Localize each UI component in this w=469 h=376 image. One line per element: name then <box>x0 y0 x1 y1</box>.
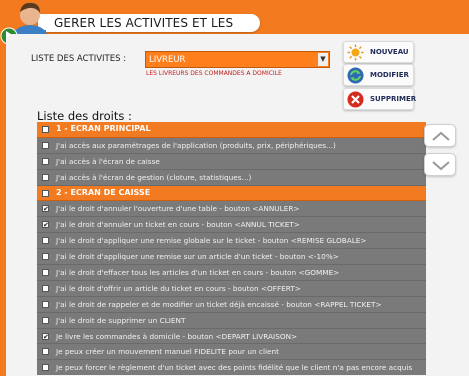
scroll-up-button[interactable] <box>424 124 456 147</box>
right-row[interactable]: Je peux créer un mouvement manuel FIDELI… <box>37 344 426 361</box>
right-checkbox[interactable] <box>42 364 49 372</box>
right-row[interactable]: J'ai le droit d'appliquer une remise sur… <box>37 249 426 266</box>
section-header-row[interactable]: 2 - ECRAN DE CAISSE <box>37 185 426 202</box>
right-row[interactable]: J'ai le droit d'effacer tous les article… <box>37 265 426 281</box>
right-row[interactable]: J'ai le droit d'offrir un article du tic… <box>37 281 426 297</box>
new-button[interactable]: NOUVEAU <box>343 41 414 63</box>
right-checkbox[interactable] <box>42 173 49 181</box>
edit-button-label: MODIFIER <box>370 71 409 79</box>
right-checkbox[interactable] <box>42 284 49 292</box>
right-checkbox[interactable] <box>42 157 49 165</box>
scroll-down-button[interactable] <box>424 153 456 176</box>
right-row[interactable]: ✔ J'ai le droit d'annuler l'ouverture d'u… <box>37 201 426 218</box>
right-checkbox[interactable] <box>42 237 49 245</box>
right-label: J'ai le droit d'appliquer une remise sur… <box>56 252 339 262</box>
right-label: J'ai le droit d'annuler l'ouverture d'un… <box>56 204 300 214</box>
close-icon <box>347 91 364 108</box>
right-row[interactable]: J'ai accès aux paramétrages de l'applica… <box>37 138 426 154</box>
chevron-up-icon <box>432 131 450 141</box>
right-label: Je peux forcer le règlement d'un ticket … <box>56 363 413 373</box>
right-label: J'ai le droit d'annuler un ticket en cou… <box>56 220 300 230</box>
right-row[interactable]: J'ai le droit de supprimer un CLIENT <box>37 313 426 329</box>
edit-button[interactable]: MODIFIER <box>343 64 414 86</box>
right-label: J'ai le droit d'offrir un article du tic… <box>56 283 301 293</box>
right-checkbox[interactable]: ✔ <box>42 221 49 229</box>
activities-select[interactable]: LIVREUR ▼ <box>145 51 330 68</box>
right-checkbox[interactable] <box>42 141 49 149</box>
right-row[interactable]: J'ai accès à l'écran de caisse <box>37 154 426 170</box>
right-label: Je peux créer un mouvement manuel FIDELI… <box>56 347 279 357</box>
right-row[interactable]: J'ai le droit d'appliquer une remise glo… <box>37 233 426 250</box>
right-checkbox[interactable] <box>42 269 49 277</box>
right-label: J'ai accès aux paramétrages de l'applica… <box>56 140 336 150</box>
right-label: 1 - ECRAN PRINCIPAL <box>56 124 151 133</box>
delete-button-label: SUPPRIMER <box>370 95 417 103</box>
right-checkbox[interactable] <box>42 300 49 308</box>
right-label: J'ai le droit d'effacer tous les article… <box>56 268 340 278</box>
title-bar: GERER LES ACTIVITES ET LES <box>38 14 260 32</box>
right-checkbox[interactable] <box>42 348 49 356</box>
activity-description: LES LIVREURS DES COMMANDES A DOMICILE <box>146 70 282 77</box>
right-label: J'ai le droit de rappeler et de modifier… <box>56 299 382 309</box>
rights-list: 1 - ECRAN PRINCIPAL J'ai accès aux paramé… <box>37 122 426 375</box>
right-label: 2 - ECRAN DE CAISSE <box>56 187 151 197</box>
right-row[interactable]: Je peux forcer le règlement d'un ticket … <box>37 360 426 375</box>
refresh-icon <box>347 67 364 84</box>
rights-title: Liste des droits : <box>37 109 132 123</box>
window-title: GERER LES ACTIVITES ET LES <box>54 16 234 30</box>
right-label: J'ai le droit d'appliquer une remise glo… <box>56 236 367 246</box>
right-label: J'ai accès à l'écran de gestion (cloture… <box>56 172 252 182</box>
activities-select-value: LIVREUR <box>149 55 186 65</box>
right-row[interactable]: ✔ J'ai le droit d'annuler un ticket en co… <box>37 217 426 234</box>
right-label: J'ai accès à l'écran de caisse <box>56 156 160 166</box>
right-row[interactable]: ✔ Je livre les commandes à domicile - bou… <box>37 329 426 345</box>
right-checkbox[interactable] <box>42 316 49 324</box>
activities-label: LISTE DES ACTIVITES : <box>31 54 127 64</box>
chevron-down-icon <box>432 161 450 171</box>
section-header-row[interactable]: 1 - ECRAN PRINCIPAL <box>37 122 426 138</box>
right-row[interactable]: J'ai le droit de rappeler et de modifier… <box>37 297 426 313</box>
right-label: J'ai le droit de supprimer un CLIENT <box>56 315 186 325</box>
chevron-down-icon[interactable]: ▼ <box>317 53 328 66</box>
right-checkbox[interactable]: ✔ <box>42 205 49 213</box>
right-checkbox[interactable]: ✔ <box>42 332 49 340</box>
delete-button[interactable]: SUPPRIMER <box>343 88 417 110</box>
new-button-label: NOUVEAU <box>370 48 409 56</box>
right-checkbox[interactable] <box>42 126 49 133</box>
sun-icon <box>347 44 364 61</box>
right-label: Je livre les commandes à domicile - bout… <box>56 331 298 341</box>
right-checkbox[interactable] <box>42 189 49 197</box>
right-row[interactable]: J'ai accès à l'écran de gestion (cloture… <box>37 170 426 186</box>
right-checkbox[interactable] <box>42 253 49 261</box>
